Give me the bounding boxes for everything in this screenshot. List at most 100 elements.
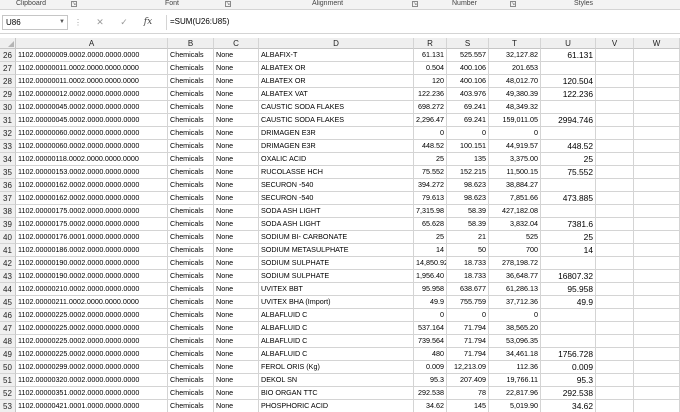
row-header[interactable]: 45	[0, 296, 16, 309]
cell-b[interactable]: Chemicals	[168, 127, 214, 140]
cell-u[interactable]	[541, 127, 596, 140]
cell-v[interactable]	[596, 244, 634, 257]
cell-w[interactable]	[634, 231, 680, 244]
row-header[interactable]: 32	[0, 127, 16, 140]
cell-a[interactable]: 1102.00000225.0002.0000.0000.0000	[16, 322, 168, 335]
cell-v[interactable]	[596, 218, 634, 231]
cell-w[interactable]	[634, 114, 680, 127]
cell-r[interactable]: 1,956.40	[414, 270, 447, 283]
cell-r[interactable]: 537.164	[414, 322, 447, 335]
cell-s[interactable]: 100.151	[447, 140, 489, 153]
cell-b[interactable]: Chemicals	[168, 322, 214, 335]
cell-u[interactable]: 122.236	[541, 88, 596, 101]
cell-w[interactable]	[634, 62, 680, 75]
cell-w[interactable]	[634, 179, 680, 192]
cell-c[interactable]: None	[214, 361, 259, 374]
cell-s[interactable]: 98.623	[447, 192, 489, 205]
column-header-b[interactable]: B	[168, 38, 214, 49]
cell-r[interactable]: 448.52	[414, 140, 447, 153]
cell-t[interactable]: 427,182.08	[489, 205, 541, 218]
cell-w[interactable]	[634, 374, 680, 387]
cell-a[interactable]: 1102.00000162.0002.0000.0000.0000	[16, 179, 168, 192]
cell-t[interactable]: 38,884.27	[489, 179, 541, 192]
row-header[interactable]: 38	[0, 205, 16, 218]
cell-t[interactable]: 36,648.77	[489, 270, 541, 283]
cell-r[interactable]: 95.958	[414, 283, 447, 296]
row-header[interactable]: 26	[0, 49, 16, 62]
cell-b[interactable]: Chemicals	[168, 218, 214, 231]
cell-t[interactable]: 525	[489, 231, 541, 244]
cell-u[interactable]: 0.009	[541, 361, 596, 374]
cell-b[interactable]: Chemicals	[168, 374, 214, 387]
cell-w[interactable]	[634, 244, 680, 257]
cell-v[interactable]	[596, 88, 634, 101]
row-header[interactable]: 46	[0, 309, 16, 322]
cell-b[interactable]: Chemicals	[168, 62, 214, 75]
cell-w[interactable]	[634, 101, 680, 114]
cell-b[interactable]: Chemicals	[168, 153, 214, 166]
cell-t[interactable]: 48,012.70	[489, 75, 541, 88]
row-header[interactable]: 41	[0, 244, 16, 257]
cell-d[interactable]: ALBAFLUID C	[259, 309, 414, 322]
cell-a[interactable]: 1102.00000225.0002.0000.0000.0000	[16, 335, 168, 348]
cell-u[interactable]: 1756.728	[541, 348, 596, 361]
cell-c[interactable]: None	[214, 179, 259, 192]
cell-u[interactable]: 95.958	[541, 283, 596, 296]
row-header[interactable]: 27	[0, 62, 16, 75]
cell-a[interactable]: 1102.00000190.0002.0000.0000.0000	[16, 270, 168, 283]
cell-a[interactable]: 1102.00000320.0002.0000.0000.0000	[16, 374, 168, 387]
row-header[interactable]: 28	[0, 75, 16, 88]
cell-r[interactable]: 14	[414, 244, 447, 257]
column-header-s[interactable]: S	[447, 38, 489, 49]
name-box[interactable]: U86 ▼	[2, 15, 68, 30]
cell-d[interactable]: DEKOL SN	[259, 374, 414, 387]
cell-v[interactable]	[596, 75, 634, 88]
clipboard-dialog-launcher-icon[interactable]: ↘	[71, 1, 77, 7]
cell-s[interactable]: 207.409	[447, 374, 489, 387]
cell-c[interactable]: None	[214, 101, 259, 114]
cell-w[interactable]	[634, 322, 680, 335]
cell-a[interactable]: 1102.00000175.0002.0000.0000.0000	[16, 205, 168, 218]
cell-b[interactable]: Chemicals	[168, 296, 214, 309]
cell-a[interactable]: 1102.00000118.0002.0000.0000.0000	[16, 153, 168, 166]
cell-d[interactable]: OXALIC ACID	[259, 153, 414, 166]
cell-b[interactable]: Chemicals	[168, 348, 214, 361]
row-header[interactable]: 50	[0, 361, 16, 374]
cell-v[interactable]	[596, 179, 634, 192]
cell-u[interactable]: 16807.32	[541, 270, 596, 283]
cell-b[interactable]: Chemicals	[168, 205, 214, 218]
cell-v[interactable]	[596, 49, 634, 62]
cell-v[interactable]	[596, 62, 634, 75]
cell-c[interactable]: None	[214, 88, 259, 101]
cell-c[interactable]: None	[214, 400, 259, 412]
cell-d[interactable]: UVITEX BHA (Import)	[259, 296, 414, 309]
cell-s[interactable]: 0	[447, 127, 489, 140]
cell-r[interactable]: 7,315.98	[414, 205, 447, 218]
formula-input[interactable]: =SUM(U26:U85)	[166, 15, 680, 30]
cell-c[interactable]: None	[214, 127, 259, 140]
cell-b[interactable]: Chemicals	[168, 257, 214, 270]
cell-b[interactable]: Chemicals	[168, 361, 214, 374]
cell-d[interactable]: DRIMAGEN E3R	[259, 127, 414, 140]
cell-s[interactable]: 400.106	[447, 75, 489, 88]
cell-v[interactable]	[596, 322, 634, 335]
cell-v[interactable]	[596, 335, 634, 348]
cell-u[interactable]: 14	[541, 244, 596, 257]
select-all-button[interactable]	[0, 38, 16, 49]
cell-a[interactable]: 1102.00000211.0002.0000.0000.0000	[16, 296, 168, 309]
cell-b[interactable]: Chemicals	[168, 231, 214, 244]
cell-c[interactable]: None	[214, 309, 259, 322]
cell-u[interactable]: 2994.746	[541, 114, 596, 127]
cell-v[interactable]	[596, 296, 634, 309]
column-header-u[interactable]: U	[541, 38, 596, 49]
cell-a[interactable]: 1102.00000162.0002.0000.0000.0000	[16, 192, 168, 205]
cell-r[interactable]: 49.9	[414, 296, 447, 309]
row-header[interactable]: 42	[0, 257, 16, 270]
cell-b[interactable]: Chemicals	[168, 88, 214, 101]
cell-v[interactable]	[596, 387, 634, 400]
cell-w[interactable]	[634, 348, 680, 361]
cell-a[interactable]: 1102.00000009.0002.0000.0000.0000	[16, 49, 168, 62]
cell-d[interactable]: ALBAFLUID C	[259, 348, 414, 361]
font-dialog-launcher-icon[interactable]: ↘	[225, 1, 231, 7]
row-header[interactable]: 52	[0, 387, 16, 400]
